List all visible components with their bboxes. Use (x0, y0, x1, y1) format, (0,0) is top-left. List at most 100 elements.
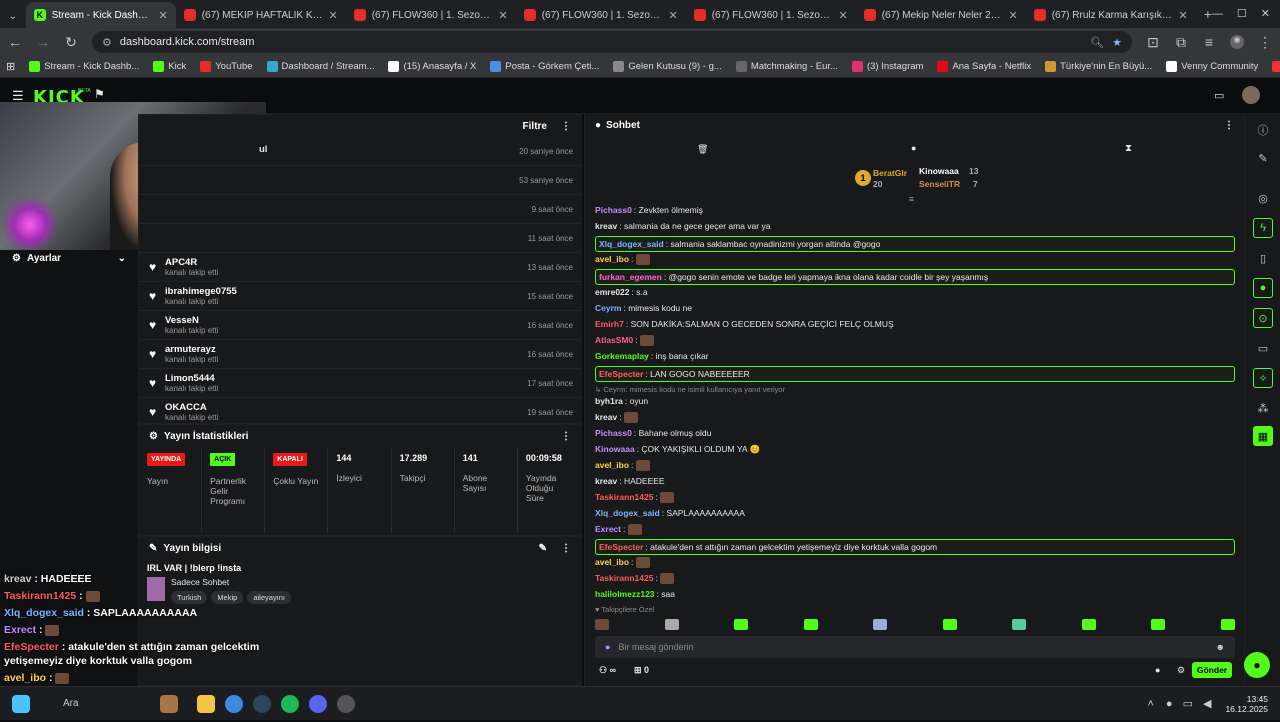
chat-message[interactable]: EfeSpecter: atakule'den st attığın zaman… (595, 539, 1235, 555)
emote-icon[interactable] (1081, 619, 1096, 630)
bolt-icon[interactable]: ϟ (1253, 218, 1273, 238)
points-counter[interactable]: ⚇ ∞ (599, 665, 616, 676)
chat-message[interactable]: Pichass0: Zevkten ölmemiş (595, 204, 1235, 216)
browser-tab[interactable]: (67) Rrulz Karma Karışık #21 - ✕ (1026, 2, 1196, 28)
chat-username[interactable]: kreav (595, 476, 617, 486)
network-icon[interactable]: ▭ (1183, 697, 1193, 710)
chat-message[interactable]: avel_ibo: (595, 253, 1235, 266)
zoom-search-icon[interactable]: 🔍︎ (1090, 36, 1104, 49)
chat-username[interactable]: Emirh7 (595, 319, 624, 329)
bookmark-star-icon[interactable]: ★ (1112, 36, 1122, 49)
emote-icon[interactable] (1151, 619, 1166, 630)
chat-toggle-icon[interactable]: ● (1253, 278, 1273, 298)
clock[interactable]: 13:45 16.12.2025 (1225, 694, 1268, 714)
broadcast-icon[interactable]: ⊙ (1253, 308, 1273, 328)
chat-username[interactable]: avel_ibo (595, 557, 629, 567)
browser-tab[interactable]: (67) FLOW360 | 1. Sezon 6. Böl ✕ (346, 2, 516, 28)
rocket-icon[interactable]: ⚑ (94, 87, 105, 101)
obs-icon[interactable] (337, 694, 355, 713)
emote-icon[interactable] (873, 619, 888, 630)
info-icon[interactable]: ⓘ (1253, 120, 1273, 140)
bookmark-item[interactable]: (3) Instagram (851, 61, 923, 72)
chat-username[interactable]: Ceyrm (595, 303, 621, 313)
bookmark-item[interactable]: Posta - Görkem Çeti... (490, 61, 599, 72)
minimize-button[interactable]: — (1212, 8, 1223, 20)
chat-username[interactable]: EfeSpecter (599, 369, 643, 379)
chat-message[interactable]: Taskirann1425: (595, 572, 1235, 585)
chat-username[interactable]: Pichass0 (595, 205, 632, 215)
site-info-icon[interactable]: ⚙ (102, 36, 112, 49)
pencil-icon[interactable]: ✎ (1253, 148, 1273, 168)
chat-settings-icon[interactable]: ⚙ (1177, 665, 1185, 676)
chrome-icon[interactable] (225, 694, 243, 713)
widget-icon[interactable] (160, 694, 178, 713)
chat-message[interactable]: Emirh7: SON DAKİKA:SALMAN O GECEDEN SONR… (595, 318, 1235, 330)
spotify-icon[interactable] (281, 694, 299, 713)
chat-message[interactable]: avel_ibo: (595, 556, 1235, 569)
hourglass-icon[interactable]: ⧗ (1125, 143, 1132, 154)
chat-username[interactable]: Xlq_dogex_said (595, 508, 660, 518)
bookmark-item[interactable]: YouTube (200, 61, 253, 72)
chat-message[interactable]: byh1ra: oyun (595, 395, 1235, 407)
close-tab-icon[interactable]: ✕ (669, 9, 678, 22)
extension-icon[interactable]: ⊡ (1146, 34, 1160, 51)
support-chat-button[interactable]: ● (1244, 652, 1270, 678)
tray-chevron-icon[interactable]: ˄ (1147, 698, 1153, 710)
chat-input[interactable]: ● Bir mesaj gönderin ☻ (595, 636, 1235, 658)
profile-avatar[interactable]: ◉ (1230, 35, 1244, 49)
chat-username[interactable]: Exrect (595, 524, 621, 534)
gift-counter[interactable]: ⊞ 0 (634, 665, 649, 676)
emote-icon[interactable] (1012, 619, 1027, 630)
chat-username[interactable]: Pichass0 (595, 428, 632, 438)
bookmark-item[interactable]: (15) Anasayfa / X (388, 61, 476, 72)
chat-message[interactable]: furkan_egemen: @gogo senin emote ve badg… (595, 269, 1235, 285)
bookmark-item[interactable]: Lifeinvader - VennyV (1272, 61, 1280, 72)
settings-section[interactable]: ⚙ Ayarlar ⌄ (0, 250, 138, 266)
volume-icon[interactable]: ◀ (1203, 697, 1211, 710)
chat-message[interactable]: halilolmezz123: saa (595, 588, 1235, 600)
discord-icon[interactable] (309, 694, 327, 713)
mic-tray-icon[interactable]: ● (1166, 698, 1173, 710)
bookmark-item[interactable]: Dashboard / Stream... (266, 61, 374, 72)
emoji-icon[interactable]: ☻ (1216, 642, 1225, 652)
file-explorer-icon[interactable] (197, 694, 215, 713)
chat-message[interactable]: Kinowaaa: ÇOK YAKIŞIKLI OLDUM YA 😊 (595, 443, 1235, 455)
theater-mode-icon[interactable]: ▭ (1214, 89, 1224, 102)
bookmark-item[interactable]: Türkiye'nin En Büyü... (1045, 61, 1152, 72)
chat-username[interactable]: kreav (595, 221, 617, 231)
chat-message[interactable]: Xlq_dogex_said: salmania saklambac oynad… (595, 236, 1235, 252)
chat-username[interactable]: Kinowaaa (595, 444, 635, 454)
chat-username[interactable]: kreav (595, 412, 617, 422)
browser-tab[interactable]: K Stream - Kick Dashboard ✕ (25, 2, 176, 28)
chat-username[interactable]: avel_ibo (595, 460, 629, 470)
new-tab-button[interactable]: + (1204, 6, 1212, 22)
chat-username[interactable]: EfeSpecter (599, 542, 643, 552)
chat-username[interactable]: Taskirann1425 (595, 492, 653, 502)
tab-menu-icon[interactable]: ⌄ (6, 11, 20, 22)
chat-message[interactable]: EfeSpecter: LAN GOGO NABEEEEER (595, 366, 1235, 382)
clipboard-icon[interactable]: ▯ (1253, 248, 1273, 268)
chat-username[interactable]: byh1ra (595, 396, 623, 406)
app-icon[interactable]: ▦ (1253, 426, 1273, 446)
chat-message[interactable]: avel_ibo: (595, 459, 1235, 472)
close-tab-icon[interactable]: ✕ (159, 9, 168, 22)
send-button[interactable]: Gönder (1192, 662, 1232, 678)
more-icon[interactable]: ⋮ (561, 121, 571, 132)
close-tab-icon[interactable]: ✕ (1179, 9, 1188, 22)
puzzle-icon[interactable]: ⧉ (1174, 34, 1188, 51)
chat-username[interactable]: AtlasSM0 (595, 335, 633, 345)
chat-username[interactable]: emre022 (595, 287, 630, 297)
monitor-icon[interactable]: ▭ (1253, 338, 1273, 358)
camera-icon[interactable]: ◎ (1253, 188, 1273, 208)
emote-icon[interactable] (734, 619, 749, 630)
emote-icon[interactable] (1220, 619, 1235, 630)
chat-more-icon[interactable]: ⋮ (1224, 120, 1234, 131)
windows-start-icon[interactable] (12, 694, 30, 713)
playlist-icon[interactable]: ≡ (1202, 34, 1216, 50)
chat-username[interactable]: halilolmezz123 (595, 589, 655, 599)
close-tab-icon[interactable]: ✕ (329, 9, 338, 22)
chat-message[interactable]: kreav: (595, 411, 1235, 424)
maximize-button[interactable]: ☐ (1237, 7, 1247, 20)
chat-message[interactable]: Exrect: (595, 523, 1235, 536)
chat-username[interactable]: Taskirann1425 (595, 573, 653, 583)
